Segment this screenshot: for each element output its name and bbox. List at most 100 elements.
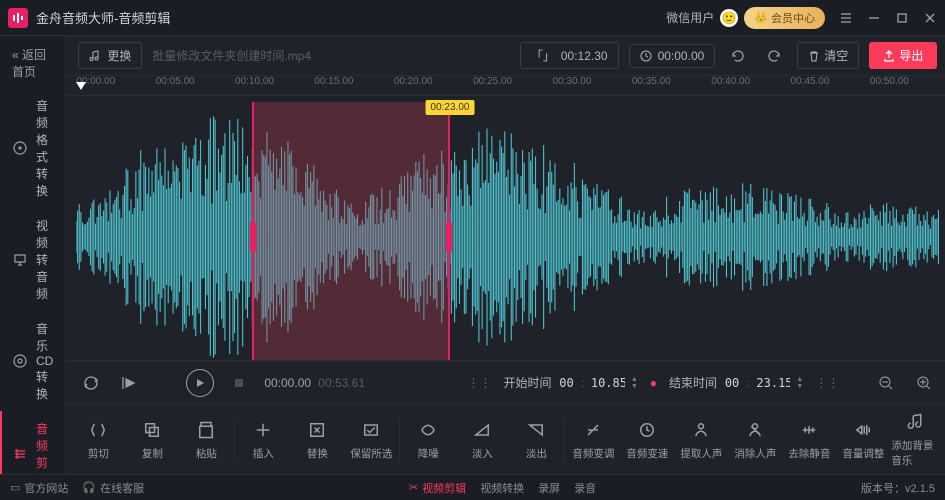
loop-button[interactable]	[78, 370, 104, 396]
tool-3[interactable]: 插入	[237, 415, 289, 465]
timeline-area: 00:00.0000:05.0000:10.0000:15.0000:20.00…	[66, 76, 945, 360]
tab-screen-record[interactable]: 录屏	[538, 480, 560, 496]
tab-video-edit[interactable]: ✂视频剪辑	[409, 480, 466, 496]
tool-icon	[525, 419, 547, 441]
range-bracket-icon: ⋮⋮	[467, 376, 491, 390]
tool-12[interactable]: 消除人声	[729, 415, 781, 465]
user-avatar-icon[interactable]: 🙂	[720, 9, 738, 27]
waveform[interactable]	[76, 102, 939, 360]
start-up[interactable]: ▲	[631, 376, 638, 383]
change-file-button[interactable]: 更换	[78, 42, 142, 69]
tool-icon	[744, 419, 766, 441]
tool-icon	[141, 419, 163, 441]
tool-icon	[471, 419, 493, 441]
selection-duration-box: 「」 00:12.30	[520, 42, 619, 69]
selection-region[interactable]	[252, 102, 450, 360]
end-mm[interactable]	[723, 376, 741, 390]
export-button[interactable]: 导出	[869, 42, 937, 69]
total-duration-box: 00:00.00	[629, 44, 716, 68]
play-button[interactable]	[186, 369, 214, 397]
window-buttons	[839, 11, 937, 25]
play-selection-button[interactable]	[116, 370, 142, 396]
end-up[interactable]: ▲	[796, 376, 803, 383]
sidebar-item-0[interactable]: 音频格式转换	[0, 88, 65, 208]
zoom-out-button[interactable]	[873, 370, 899, 396]
tool-8[interactable]: 淡出	[510, 415, 562, 465]
start-down[interactable]: ▼	[631, 383, 638, 390]
start-ss[interactable]	[591, 376, 625, 390]
scissors-icon: ✂	[409, 481, 418, 494]
app-title: 金舟音频大师-音频剪辑	[36, 8, 666, 27]
sidebar-item-3[interactable]: 音频剪辑	[0, 411, 65, 474]
time-tag: 00:23.00	[426, 100, 475, 115]
tool-icon	[690, 419, 712, 441]
marker-icon: ●	[650, 376, 657, 390]
sidebar-icon	[12, 140, 28, 156]
tool-icon	[87, 419, 109, 441]
sidebar-item-2[interactable]: 音乐CD转换	[0, 311, 65, 411]
clock-icon	[640, 50, 652, 62]
tool-10[interactable]: 音频变速	[621, 415, 673, 465]
statusbar: ▭官方网站 🎧在线客服 ✂视频剪辑 视频转换 录屏 录音 版本号：v2.1.5	[0, 474, 945, 500]
stop-button[interactable]	[226, 370, 252, 396]
tool-6[interactable]: 降噪	[402, 415, 454, 465]
service-link[interactable]: 🎧在线客服	[82, 480, 144, 496]
tool-icon	[195, 419, 217, 441]
tool-icon	[906, 411, 928, 433]
end-time-input[interactable]: 结束时间 : ▲▼	[669, 374, 803, 391]
maximize-icon[interactable]	[895, 11, 909, 25]
playhead-icon[interactable]	[76, 82, 86, 90]
selection-handle-left[interactable]	[250, 222, 256, 252]
headset-icon: 🎧	[82, 481, 96, 494]
menu-icon[interactable]	[839, 11, 853, 25]
sidebar: « 返回首页 音频格式转换视频转音频音乐CD转换音频剪辑智能降噪提取人声提取伴奏…	[0, 36, 66, 474]
sidebar-item-1[interactable]: 视频转音频	[0, 208, 65, 311]
website-link[interactable]: ▭官方网站	[10, 480, 68, 496]
sidebar-icon	[12, 353, 28, 369]
tool-9[interactable]: 音频变调	[567, 415, 619, 465]
undo-button[interactable]	[725, 43, 751, 69]
close-icon[interactable]	[923, 11, 937, 25]
clear-button[interactable]: 清空	[797, 42, 859, 69]
tool-icon	[252, 419, 274, 441]
playback-time: 00:00.00 00:53.61	[264, 376, 365, 390]
range-bracket-icon: ⋮⋮	[815, 376, 839, 390]
sidebar-icon	[12, 252, 28, 268]
end-down[interactable]: ▼	[796, 383, 803, 390]
content: 更换 批量修改文件夹创建时间.mp4 「」 00:12.30 00:00.00 …	[66, 36, 945, 474]
tool-0[interactable]: 剪切	[72, 415, 124, 465]
tool-4[interactable]: 替换	[291, 415, 343, 465]
monitor-icon: ▭	[10, 481, 20, 494]
tool-icon	[360, 419, 382, 441]
tool-1[interactable]: 复制	[126, 415, 178, 465]
back-home-link[interactable]: « 返回首页	[0, 38, 65, 88]
waveform-container[interactable]: 00:23.00	[76, 102, 939, 360]
version: 版本号：v2.1.5	[861, 480, 935, 496]
tool-14[interactable]: 音量调整	[837, 415, 889, 465]
export-icon	[883, 50, 895, 62]
selection-handle-right[interactable]	[446, 222, 452, 252]
redo-button[interactable]	[761, 43, 787, 69]
tool-icon	[306, 419, 328, 441]
music-note-icon	[89, 50, 101, 62]
tab-audio-record[interactable]: 录音	[574, 480, 596, 496]
tool-icon	[636, 419, 658, 441]
minimize-icon[interactable]	[867, 11, 881, 25]
start-mm[interactable]	[558, 376, 576, 390]
tool-icon	[417, 419, 439, 441]
topbar: 更换 批量修改文件夹创建时间.mp4 「」 00:12.30 00:00.00 …	[66, 36, 945, 76]
tab-video-convert[interactable]: 视频转换	[480, 480, 524, 496]
tool-5[interactable]: 保留所选	[345, 415, 397, 465]
user-area: 微信用户 🙂 👑 会员中心	[666, 7, 825, 29]
zoom-in-button[interactable]	[911, 370, 937, 396]
tool-11[interactable]: 提取人声	[675, 415, 727, 465]
time-ruler[interactable]: 00:00.0000:05.0000:10.0000:15.0000:20.00…	[66, 76, 945, 96]
tool-15[interactable]: 添加背景音乐	[891, 407, 943, 472]
end-ss[interactable]	[756, 376, 790, 390]
start-time-input[interactable]: 开始时间 : ▲▼	[503, 374, 637, 391]
tool-13[interactable]: 去除静音	[783, 415, 835, 465]
tool-7[interactable]: 淡入	[456, 415, 508, 465]
vip-button[interactable]: 👑 会员中心	[744, 7, 825, 29]
sidebar-icon	[12, 446, 28, 462]
tool-2[interactable]: 粘贴	[180, 415, 232, 465]
